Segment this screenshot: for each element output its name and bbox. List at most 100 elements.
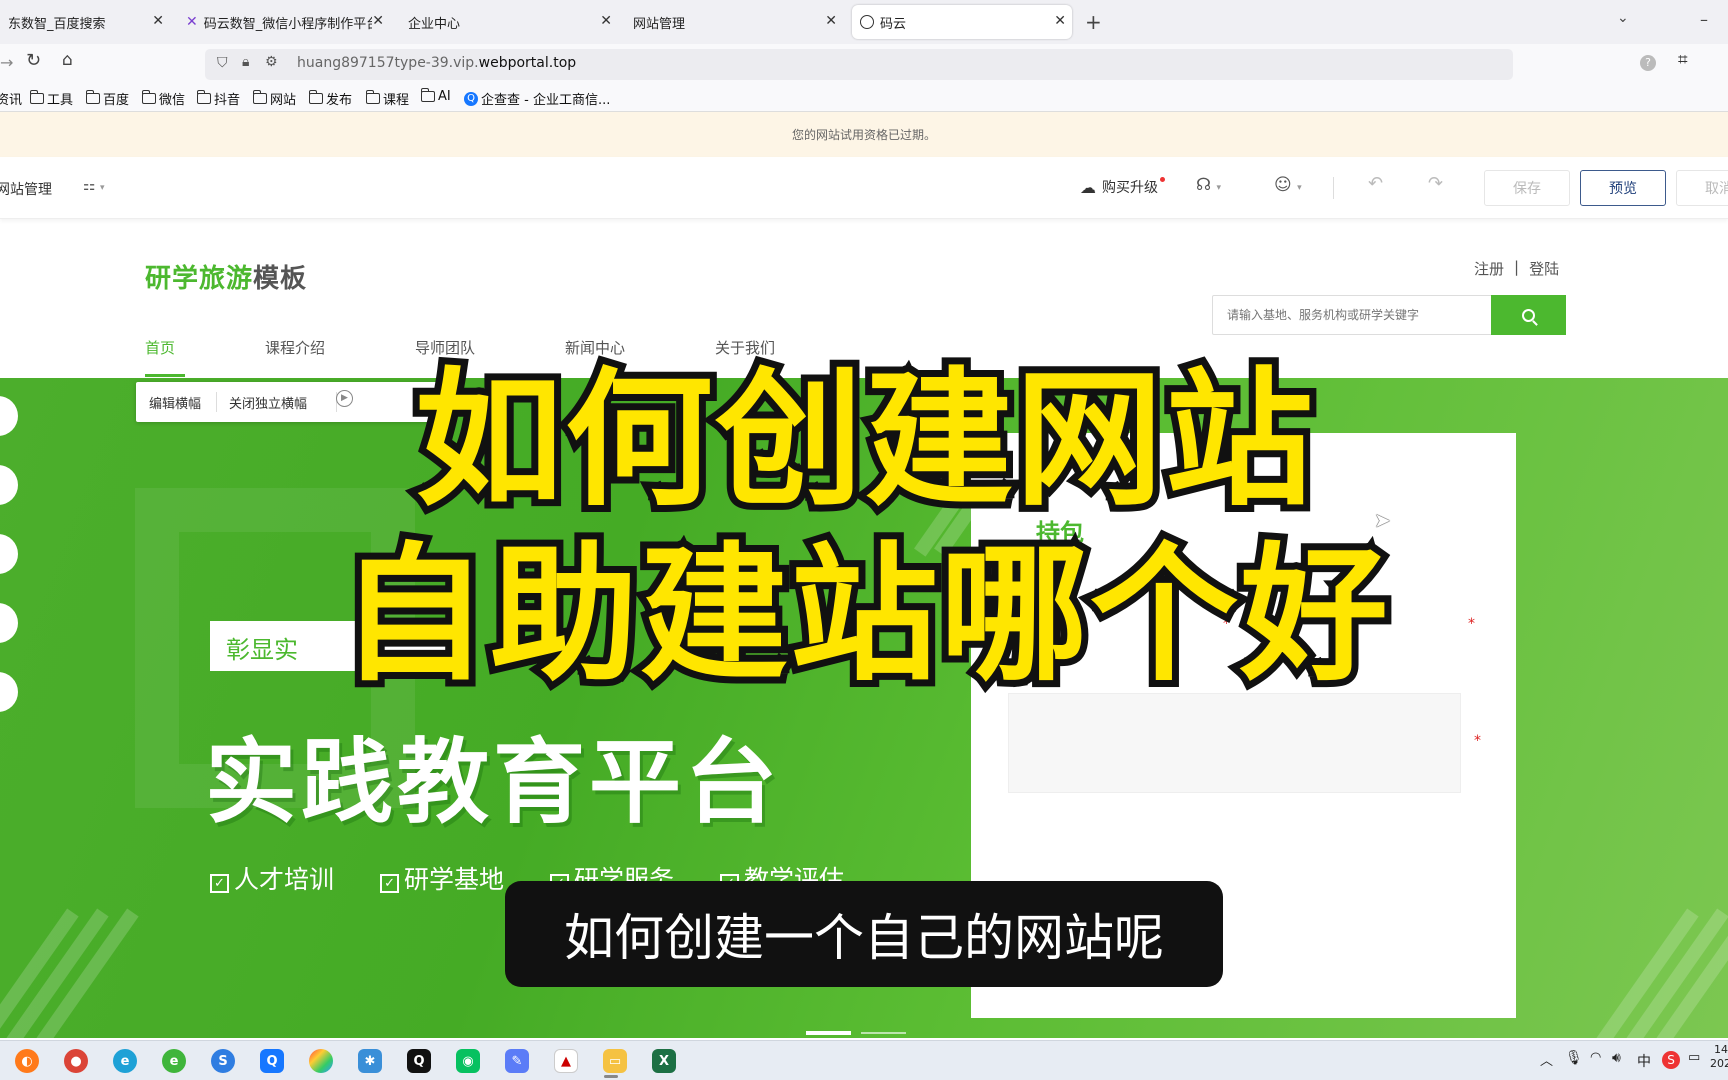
tab-list-chevron-icon[interactable]: ⌄: [1617, 10, 1629, 26]
tab-bar: 东数智_百度搜索 ✕ ✕ 码云数智_微信小程序制作平台_ ✕ 企业中心 ✕ 网站…: [0, 0, 1728, 44]
search-button[interactable]: [1491, 295, 1566, 335]
logo-gray-text: 模板: [253, 264, 308, 294]
close-icon[interactable]: ✕: [825, 13, 837, 29]
save-button[interactable]: 保存: [1484, 170, 1570, 206]
bookmark-label: 企查查 - 企业工商信...: [481, 93, 611, 108]
site-search-input[interactable]: [1213, 296, 1491, 334]
qq-icon[interactable]: Q: [407, 1049, 431, 1073]
bookmark-folder[interactable]: 网站: [252, 89, 297, 108]
edit-banner-button[interactable]: 编辑横幅: [149, 393, 201, 412]
excel-icon[interactable]: X: [652, 1049, 676, 1073]
home-icon[interactable]: ⌂: [62, 50, 73, 70]
volume-icon[interactable]: 🔊︎: [1612, 1050, 1621, 1066]
wechat-icon[interactable]: ◉: [456, 1049, 480, 1073]
bookmark-folder[interactable]: 发布: [308, 89, 353, 108]
bookmark-folder[interactable]: 抖音: [196, 89, 240, 108]
file-explorer-icon[interactable]: ▭: [603, 1049, 627, 1073]
search-icon: [1522, 308, 1538, 326]
message-textarea[interactable]: [1008, 693, 1461, 793]
tab-mayun[interactable]: 码云 ✕: [852, 5, 1072, 39]
close-icon[interactable]: ✕: [1054, 13, 1066, 29]
lock-icon[interactable]: 🔒︎: [242, 54, 249, 70]
firefox-icon[interactable]: ◐: [15, 1049, 39, 1073]
shield-icon[interactable]: ⛉: [217, 55, 228, 71]
bookmark-folder[interactable]: 课程: [365, 89, 409, 108]
help-icon[interactable]: ?: [1640, 55, 1656, 71]
qq-browser-icon[interactable]: Q: [260, 1049, 284, 1073]
notes-app-icon[interactable]: ✎: [505, 1049, 529, 1073]
tab-baidu-search[interactable]: 东数智_百度搜索 ✕: [0, 5, 170, 39]
close-icon[interactable]: ✕: [372, 13, 384, 29]
bookmark-label: 工具: [47, 93, 74, 108]
network-icon[interactable]: ◠: [1590, 1050, 1601, 1065]
site-logo[interactable]: 研学旅游模板: [145, 258, 307, 295]
close-icon[interactable]: ✕: [600, 13, 612, 29]
forward-arrow-icon[interactable]: →: [0, 53, 13, 72]
crop-icon[interactable]: ⌗: [1678, 50, 1688, 70]
color-wheel-icon[interactable]: [309, 1049, 333, 1073]
redo-icon[interactable]: ↷: [1428, 173, 1443, 194]
preview-button[interactable]: 预览: [1580, 170, 1666, 206]
tab-enterprise-center[interactable]: 企业中心 ✕: [400, 5, 618, 39]
buy-upgrade-button[interactable]: ☁ 购买升级: [1080, 176, 1169, 197]
overlay-title-line2: 自助建站哪个好: [333, 522, 1395, 708]
url-host-prefix: huang897157type-39.vip.: [297, 55, 479, 71]
login-link[interactable]: 登陆: [1529, 258, 1559, 279]
edge-icon[interactable]: e: [113, 1049, 137, 1073]
url-text: huang897157type-39.vip.webportal.top: [297, 55, 576, 71]
bookmark-label: 网站: [270, 93, 297, 108]
active-app-indicator: [604, 1075, 618, 1078]
url-bar[interactable]: ⛉ 🔒︎ ⚙ huang897157type-39.vip.webportal.…: [205, 49, 1513, 80]
gear-app-icon[interactable]: ✱: [358, 1049, 382, 1073]
slider-dot[interactable]: [861, 1032, 906, 1034]
slider-dot-active[interactable]: [806, 1031, 851, 1035]
undo-icon[interactable]: ↶: [1368, 173, 1383, 194]
photo-app-icon[interactable]: ▲: [554, 1049, 578, 1073]
hero-check-item: ✓ 研学基地: [380, 860, 504, 896]
url-host-domain: webportal.top: [478, 55, 577, 71]
tab-label: 企业中心: [408, 16, 461, 32]
user-icon[interactable]: ☺ ▾: [1274, 175, 1302, 195]
bookmark-label: 微信: [159, 93, 186, 108]
bookmark-label: 发布: [326, 93, 353, 108]
cloud-upload-icon: ☁: [1080, 177, 1096, 197]
clock[interactable]: 142025: [1710, 1043, 1728, 1071]
apps-grid-icon[interactable]: ⚏ ▾: [83, 178, 105, 194]
sogou-icon[interactable]: S: [211, 1049, 235, 1073]
bookmark-folder[interactable]: 百度: [85, 89, 129, 108]
folder-icon: [29, 90, 44, 104]
site-search: [1212, 295, 1566, 335]
close-independent-banner-button[interactable]: 关闭独立横幅: [229, 393, 307, 412]
bookmark-item[interactable]: 资讯: [0, 89, 22, 108]
new-tab-button[interactable]: +: [1085, 10, 1102, 34]
bookmark-folder[interactable]: 工具: [29, 89, 74, 108]
bookmark-label: 资讯: [0, 93, 23, 108]
bookmark-folder[interactable]: 微信: [141, 89, 186, 108]
headset-icon[interactable]: ☊ ▾: [1196, 175, 1221, 195]
chrome-icon[interactable]: ●: [64, 1049, 88, 1073]
tray-chevron-icon[interactable]: ︿: [1540, 1050, 1553, 1069]
bookmark-folder[interactable]: AI: [420, 88, 451, 104]
tab-mayun-miniprogram[interactable]: ✕ 码云数智_微信小程序制作平台_ ✕: [178, 5, 390, 39]
close-icon[interactable]: ✕: [152, 13, 164, 29]
hero-title: 实践教育平台: [205, 729, 782, 836]
clock-date: 2025: [1710, 1057, 1728, 1070]
folder-icon: [252, 90, 267, 104]
folder-icon: [196, 90, 211, 104]
tab-site-manage[interactable]: 网站管理 ✕: [625, 5, 843, 39]
minimize-button[interactable]: –: [1700, 10, 1708, 29]
bookmark-qichacha[interactable]: Q 企查查 - 企业工商信...: [464, 89, 610, 108]
site-manage-link[interactable]: 网站管理: [0, 179, 52, 199]
register-link[interactable]: 注册: [1474, 258, 1504, 279]
reload-icon[interactable]: ↻: [26, 50, 41, 71]
notification-icon[interactable]: ▭: [1688, 1050, 1700, 1065]
site-settings-icon[interactable]: ⚙: [265, 54, 278, 70]
input-method-indicator[interactable]: 中: [1637, 1051, 1651, 1071]
nav-home[interactable]: 首页: [145, 337, 175, 358]
microphone-icon[interactable]: 🎙︎: [1565, 1050, 1583, 1066]
trial-expired-notice: 您的网站试用资格已过期。: [0, 112, 1728, 157]
cancel-button[interactable]: 取消: [1676, 170, 1728, 206]
nav-courses[interactable]: 课程介绍: [265, 337, 325, 358]
browser-e-icon[interactable]: e: [162, 1049, 186, 1073]
sogou-ime-icon[interactable]: S: [1662, 1051, 1680, 1069]
